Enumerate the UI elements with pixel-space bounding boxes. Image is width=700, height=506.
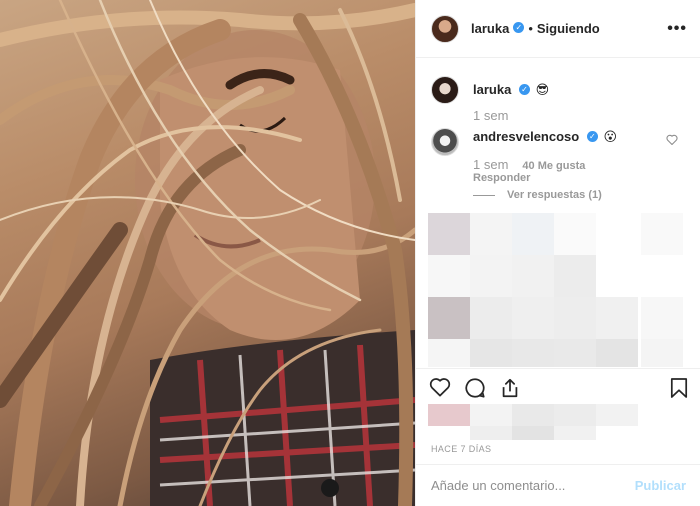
post-date[interactable]: HACE 7 DÍAS (431, 444, 491, 454)
comment-time[interactable]: 1 sem (473, 108, 508, 123)
avatar[interactable] (431, 128, 459, 156)
bookmark-icon[interactable] (670, 377, 688, 399)
ellipsis-icon[interactable]: ••• (667, 20, 687, 38)
verified-badge-icon: ✓ (513, 22, 525, 33)
heart-icon[interactable] (429, 377, 451, 397)
view-replies-label: Ver respuestas (1) (507, 189, 602, 201)
divider (473, 194, 495, 196)
avatar[interactable] (431, 14, 459, 43)
post-photo[interactable] (0, 0, 415, 506)
comment-icon[interactable] (464, 377, 486, 399)
comment-item: andresvelencoso ✓ 😮 (431, 128, 691, 156)
separator: • (528, 21, 533, 36)
photo-art (0, 0, 415, 506)
reply-button[interactable]: Responder (473, 172, 530, 184)
verified-badge-icon: ✓ (518, 84, 530, 96)
comment-username[interactable]: andresvelencoso (473, 129, 579, 144)
post-header: laruka ✓ • Siguiendo ••• (416, 0, 700, 58)
view-replies-button[interactable]: Ver respuestas (1) (473, 189, 602, 201)
share-icon[interactable] (499, 377, 521, 399)
avatar[interactable] (431, 76, 459, 104)
comment-username[interactable]: laruka (473, 82, 511, 97)
comment-text: 😮 (603, 129, 618, 144)
comment-text: 😎 (535, 82, 550, 97)
publish-button[interactable]: Publicar (635, 478, 686, 493)
comment-time[interactable]: 1 sem (473, 157, 508, 172)
post-panel: laruka ✓ • Siguiendo ••• laruka ✓ 😎 1 se… (415, 0, 700, 506)
verified-badge-icon: ✓ (586, 131, 598, 143)
post-username[interactable]: laruka (471, 21, 509, 36)
comment-input[interactable]: Añade un comentario... (431, 478, 635, 493)
comment-likes[interactable]: 40 Me gusta (522, 160, 585, 172)
caption-comment: laruka ✓ 😎 (431, 76, 691, 104)
comment-like-heart-icon[interactable] (666, 134, 678, 145)
comment-meta: 1 sem 40 Me gusta (473, 157, 585, 172)
following-button[interactable]: Siguiendo (537, 21, 600, 36)
post-actions (416, 368, 700, 408)
add-comment-bar: Añade un comentario... Publicar (416, 464, 700, 506)
